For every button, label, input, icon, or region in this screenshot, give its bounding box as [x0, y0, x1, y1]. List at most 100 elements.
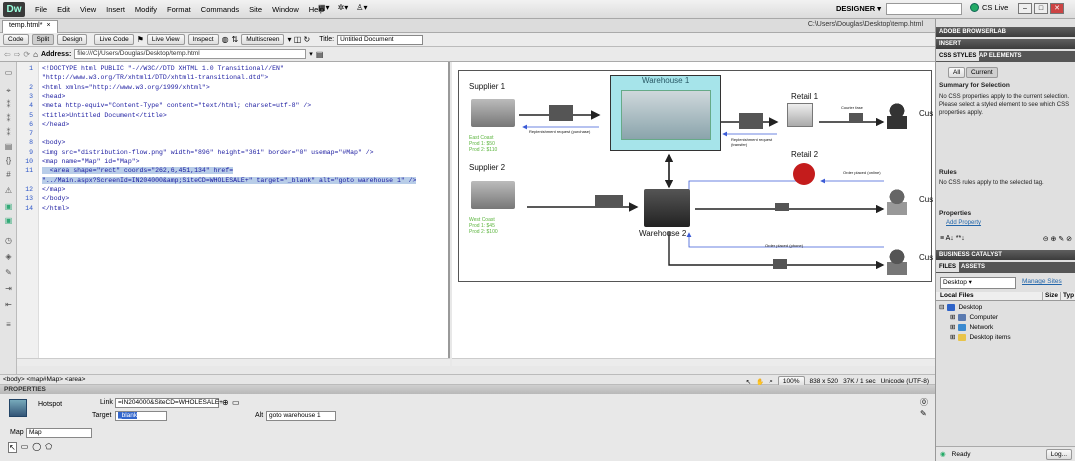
menu-format[interactable]: Format: [162, 5, 196, 14]
css-styles-tab[interactable]: CSS STYLES: [936, 51, 980, 61]
target-select[interactable]: _blank: [115, 411, 167, 421]
point-to-file-icon[interactable]: ⊕: [222, 398, 229, 407]
size-header[interactable]: Size: [1042, 292, 1060, 300]
refresh-icon[interactable]: ⟳: [23, 50, 30, 59]
insert-header[interactable]: INSERT: [936, 39, 1075, 49]
code-line[interactable]: <body>: [42, 139, 65, 146]
design-view[interactable]: Warehouse 1 Supplier 1 East Coast Prod 1:…: [452, 62, 935, 366]
code-line[interactable]: <!DOCTYPE html PUBLIC "-//W3C//DTD XHTML…: [42, 65, 284, 72]
browserlab-header[interactable]: ADOBE BROWSERLAB: [936, 27, 1075, 37]
manage-sites-link[interactable]: Manage Sites: [1022, 278, 1062, 285]
help-search-input[interactable]: [886, 3, 962, 15]
code-view-button[interactable]: Code: [3, 34, 29, 45]
menu-modify[interactable]: Modify: [130, 5, 162, 14]
code-line[interactable]: "../Main.aspx?ScreenId=IN204000&amp;Site…: [42, 176, 417, 184]
tree-desktop-items[interactable]: ⊞ Desktop items: [950, 333, 1011, 341]
expand-all-icon[interactable]: ⁑: [4, 128, 13, 137]
close-button[interactable]: ✕: [1050, 3, 1064, 14]
menu-commands[interactable]: Commands: [196, 5, 244, 14]
pulldown-icon[interactable]: ⚑: [137, 35, 144, 44]
line-numbers-icon[interactable]: #: [4, 170, 13, 179]
expand-icon[interactable]: ⊞: [950, 333, 955, 341]
css-action-icons[interactable]: ⊝ ⊕ ✎ ⊘: [1043, 235, 1072, 245]
wrap-tag-icon[interactable]: ◷: [4, 236, 13, 245]
code-line[interactable]: </head>: [42, 121, 69, 128]
assets-tab[interactable]: ASSETS: [958, 262, 988, 272]
tag-selector[interactable]: <body> <map#Map> <area>: [3, 376, 85, 383]
files-tab[interactable]: FILES: [936, 262, 960, 272]
forward-icon[interactable]: ⇨: [14, 50, 21, 59]
collapse-tag-icon[interactable]: ⁑: [4, 100, 13, 109]
browser-preview-icon[interactable]: ◍: [222, 35, 229, 44]
multiscreen-button[interactable]: Multiscreen: [241, 34, 285, 45]
tree-desktop[interactable]: ⊟ Desktop: [939, 303, 982, 311]
help-icon[interactable]: ⓪: [920, 397, 928, 408]
view-toggle-icons[interactable]: ≡ A↓ **↓: [940, 235, 965, 245]
design-view-button[interactable]: Design: [57, 34, 88, 45]
menu-view[interactable]: View: [75, 5, 101, 14]
pointer-hotspot-icon[interactable]: ↖: [8, 442, 17, 453]
menu-edit[interactable]: Edit: [52, 5, 75, 14]
type-header[interactable]: Typ: [1060, 292, 1075, 300]
tree-network[interactable]: ⊞ Network: [950, 323, 993, 331]
cs-live-button[interactable]: CS Live: [970, 3, 1008, 12]
code-horizontal-scrollbar[interactable]: [17, 358, 450, 366]
window-size[interactable]: 838 x 520: [810, 378, 839, 385]
code-line[interactable]: <img src="distribution-flow.png" width="…: [42, 149, 374, 156]
format-source-icon[interactable]: ≡: [4, 320, 13, 329]
maximize-button[interactable]: □: [1034, 3, 1048, 14]
menu-file[interactable]: File: [30, 5, 52, 14]
minimize-button[interactable]: –: [1018, 3, 1032, 14]
menu-insert[interactable]: Insert: [101, 5, 130, 14]
visual-aids-icon[interactable]: ▾ ◫ ↻: [287, 35, 310, 44]
site-select[interactable]: Desktop ▾: [940, 277, 1016, 289]
warehouse1-hotspot[interactable]: [610, 75, 721, 151]
live-code-button[interactable]: Live Code: [94, 34, 134, 45]
code-line[interactable]: </html>: [42, 205, 69, 212]
select-parent-tag-icon[interactable]: ▤: [4, 142, 13, 151]
close-tab-icon[interactable]: ×: [46, 22, 50, 32]
remove-comment-icon[interactable]: ▣: [4, 216, 13, 225]
move-css-icon[interactable]: ✎: [4, 268, 13, 277]
code-view[interactable]: 1 <!DOCTYPE html PUBLIC "-//W3C//DTD XHTM…: [17, 62, 450, 366]
live-view-button[interactable]: Live View: [146, 34, 185, 45]
expand-icon[interactable]: ⊞: [950, 323, 955, 331]
address-input[interactable]: file:///C|/Users/Douglas/Desktop/temp.ht…: [74, 49, 307, 59]
split-view-button[interactable]: Split: [31, 34, 55, 45]
properties-header[interactable]: PROPERTIES: [0, 385, 935, 394]
log-button[interactable]: Log...: [1045, 448, 1072, 460]
back-icon[interactable]: ⇦: [4, 50, 11, 59]
polygon-hotspot-icon[interactable]: ⬠: [45, 442, 52, 453]
collapse-icon[interactable]: ⊟: [939, 303, 944, 311]
file-management-icon[interactable]: ⇅: [232, 35, 239, 44]
indent-icon[interactable]: ⇥: [4, 284, 13, 293]
design-horizontal-scrollbar[interactable]: [452, 358, 935, 366]
menu-site[interactable]: Site: [244, 5, 267, 14]
address-dropdown-icon[interactable]: ▾: [309, 50, 313, 58]
link-input[interactable]: =IN204000&SiteCD=WHOLESALE+: [115, 398, 223, 408]
map-name-input[interactable]: Map: [26, 428, 92, 438]
browse-folder-icon[interactable]: ▭: [232, 398, 240, 407]
current-button[interactable]: Current: [966, 67, 998, 78]
outdent-icon[interactable]: ⇤: [4, 300, 13, 309]
ap-elements-tab[interactable]: AP ELEMENTS: [976, 51, 1025, 61]
code-line[interactable]: "http://www.w3.org/TR/xhtml1/DTD/xhtml1-…: [42, 74, 268, 81]
inspect-button[interactable]: Inspect: [187, 34, 219, 45]
rect-hotspot-icon[interactable]: ▭: [21, 442, 29, 453]
expand-icon[interactable]: ⊞: [950, 313, 955, 321]
tree-computer[interactable]: ⊞ Computer: [950, 313, 998, 321]
all-button[interactable]: All: [948, 67, 966, 78]
alt-input[interactable]: goto warehouse 1: [266, 411, 336, 421]
code-line[interactable]: <meta http-equiv="Content-Type" content=…: [42, 102, 311, 109]
recent-snippets-icon[interactable]: ◈: [4, 252, 13, 261]
code-line[interactable]: <title>Untitled Document</title>: [42, 112, 167, 119]
workspace-switcher[interactable]: DESIGNER ▾: [836, 4, 881, 13]
add-property-link[interactable]: Add Property: [946, 219, 981, 227]
home-icon[interactable]: ⌂: [33, 50, 38, 59]
open-documents-icon[interactable]: ▭: [4, 68, 13, 77]
quick-tag-editor-icon[interactable]: ✎: [920, 409, 927, 418]
document-title-input[interactable]: Untitled Document: [337, 34, 424, 45]
circle-hotspot-icon[interactable]: ◯: [32, 442, 41, 453]
local-files-header[interactable]: Local Files: [936, 292, 1042, 300]
balance-braces-icon[interactable]: {}: [4, 156, 13, 165]
